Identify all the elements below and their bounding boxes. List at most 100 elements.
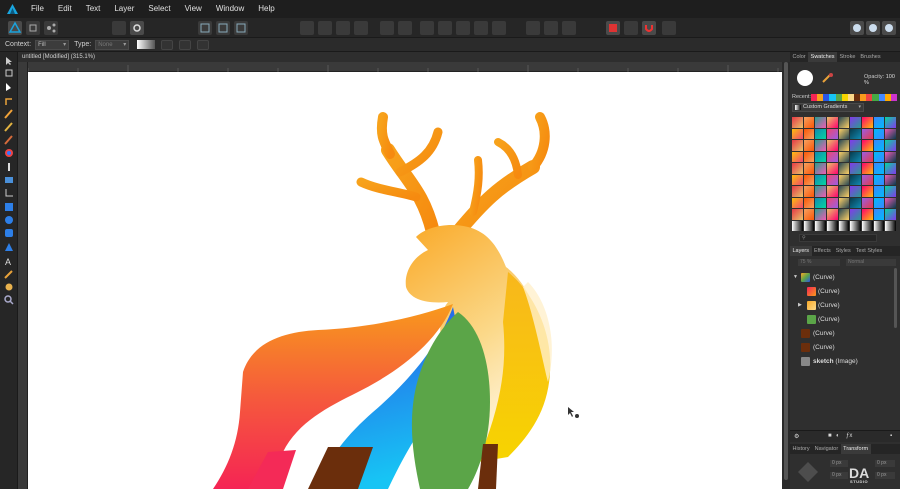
transform-icon[interactable]: [216, 21, 230, 35]
rounded-rectangle-icon[interactable]: [3, 228, 15, 238]
pen-tool-icon[interactable]: [3, 109, 15, 119]
menu-file[interactable]: File: [24, 0, 51, 18]
gradient-swatch[interactable]: [873, 220, 885, 231]
fill-color-well[interactable]: [797, 70, 813, 86]
order-back-icon[interactable]: [380, 21, 394, 35]
recent-colors[interactable]: [811, 94, 897, 101]
tab-transform[interactable]: Transform: [840, 444, 871, 454]
gradient-swatch[interactable]: [885, 128, 896, 139]
expand-arrow-icon[interactable]: ▶: [798, 299, 804, 312]
gradient-swatch[interactable]: [873, 128, 885, 139]
align-icon[interactable]: [198, 21, 212, 35]
boolean-divide-icon[interactable]: [492, 21, 506, 35]
gradient-swatch[interactable]: [827, 209, 838, 220]
gradient-swatch[interactable]: [862, 197, 873, 208]
tab-brushes[interactable]: Brushes: [858, 52, 883, 62]
gradient-swatch[interactable]: [850, 128, 861, 139]
adjustment-icon[interactable]: ◐: [836, 433, 840, 439]
h-field[interactable]: 0 px: [875, 472, 895, 479]
add-layer-icon[interactable]: ■: [828, 433, 832, 439]
gradient-swatch[interactable]: [885, 197, 896, 208]
tab-color[interactable]: Color: [790, 52, 808, 62]
gradient-swatch[interactable]: [792, 151, 803, 162]
gradient-swatch[interactable]: [792, 128, 803, 139]
layer-row[interactable]: sketch (Image): [790, 355, 900, 368]
gradient-swatch[interactable]: [885, 117, 896, 128]
gradient-swatch[interactable]: [792, 117, 803, 128]
gradient-swatch[interactable]: [862, 220, 873, 231]
gradient-swatch[interactable]: [792, 163, 803, 174]
reverse-gradient-icon[interactable]: [161, 39, 174, 50]
view-mode-icon[interactable]: [866, 21, 880, 35]
rotate-icon[interactable]: [336, 21, 350, 35]
gradient-swatch[interactable]: [862, 151, 873, 162]
snapping-dropdown-icon[interactable]: [624, 21, 638, 35]
snapping-options-icon[interactable]: [662, 21, 676, 35]
layer-row[interactable]: (Curve): [790, 341, 900, 354]
gradient-swatch[interactable]: [850, 151, 861, 162]
eyedropper-icon[interactable]: [821, 70, 835, 83]
gradient-swatch[interactable]: [850, 186, 861, 197]
pixel-persona-icon[interactable]: [26, 21, 40, 35]
gradient-options-icon[interactable]: [197, 39, 210, 50]
gradient-swatch[interactable]: [850, 117, 861, 128]
gradient-swatch[interactable]: [827, 186, 838, 197]
canvas-vertical-scrollbar[interactable]: [782, 62, 790, 489]
crop-tool-icon[interactable]: [3, 188, 15, 198]
artboard-tool-icon[interactable]: [3, 68, 15, 78]
tab-stroke[interactable]: Stroke: [837, 52, 858, 62]
type-select[interactable]: None: [95, 39, 130, 50]
w-field[interactable]: 0 px: [875, 460, 895, 467]
gradient-swatch[interactable]: [838, 197, 850, 208]
palette-select[interactable]: Custom Gradients: [792, 103, 864, 112]
layer-row[interactable]: ▼ (Curve): [790, 271, 900, 284]
gradient-swatch[interactable]: [885, 151, 896, 162]
gradient-swatch[interactable]: [850, 163, 861, 174]
insert-inside-icon[interactable]: [526, 21, 540, 35]
layers-scrollbar[interactable]: [894, 268, 897, 328]
gradient-swatch[interactable]: [792, 186, 803, 197]
context-fill-select[interactable]: Fill: [35, 39, 70, 50]
gradient-swatch[interactable]: [827, 151, 838, 162]
gradient-swatch[interactable]: [850, 174, 861, 185]
gradient-swatch[interactable]: [815, 186, 826, 197]
gradient-swatch[interactable]: [838, 163, 850, 174]
brush-tool-icon[interactable]: [3, 135, 15, 145]
gradient-swatch[interactable]: [792, 197, 803, 208]
corner-tool-icon[interactable]: [3, 96, 15, 106]
transparency-tool-icon[interactable]: [3, 162, 15, 172]
flip-vertical-icon[interactable]: [318, 21, 332, 35]
gradient-swatch[interactable]: [827, 174, 838, 185]
gradient-swatch[interactable]: [838, 174, 850, 185]
gradient-swatch[interactable]: [803, 197, 815, 208]
gradient-swatch[interactable]: [815, 151, 826, 162]
snapping-magnet-icon[interactable]: [642, 21, 656, 35]
gradient-swatch[interactable]: [873, 117, 885, 128]
gradient-swatch[interactable]: [792, 220, 803, 231]
gradient-preview[interactable]: [137, 40, 156, 49]
gradient-swatch[interactable]: [838, 220, 850, 231]
triangle-tool-icon[interactable]: [3, 242, 15, 252]
gradient-swatch[interactable]: [873, 151, 885, 162]
tab-styles[interactable]: Styles: [833, 246, 853, 256]
gradient-swatch[interactable]: [850, 220, 861, 231]
gradient-swatch[interactable]: [838, 209, 850, 220]
deer-illustration[interactable]: [28, 72, 782, 489]
fx-icon[interactable]: ƒx: [846, 433, 852, 439]
delete-layer-icon[interactable]: ▪: [890, 433, 892, 439]
gradient-swatch[interactable]: [815, 163, 826, 174]
node-tool-icon[interactable]: [3, 82, 15, 92]
ellipse-tool-icon[interactable]: [3, 215, 15, 225]
gradient-swatch[interactable]: [827, 117, 838, 128]
gradient-swatch[interactable]: [803, 220, 815, 231]
gradient-swatch[interactable]: [862, 186, 873, 197]
gradient-swatch[interactable]: [838, 117, 850, 128]
flip-horizontal-icon[interactable]: [300, 21, 314, 35]
rotate-gradient-icon[interactable]: [179, 39, 192, 50]
gradient-swatch[interactable]: [862, 117, 873, 128]
personas-menu-icon[interactable]: [882, 21, 896, 35]
tab-history[interactable]: History: [790, 444, 812, 454]
gradient-swatch[interactable]: [827, 197, 838, 208]
layer-opacity-field[interactable]: 75 %: [798, 259, 840, 266]
swatch-search-input[interactable]: ⚲: [799, 234, 877, 242]
